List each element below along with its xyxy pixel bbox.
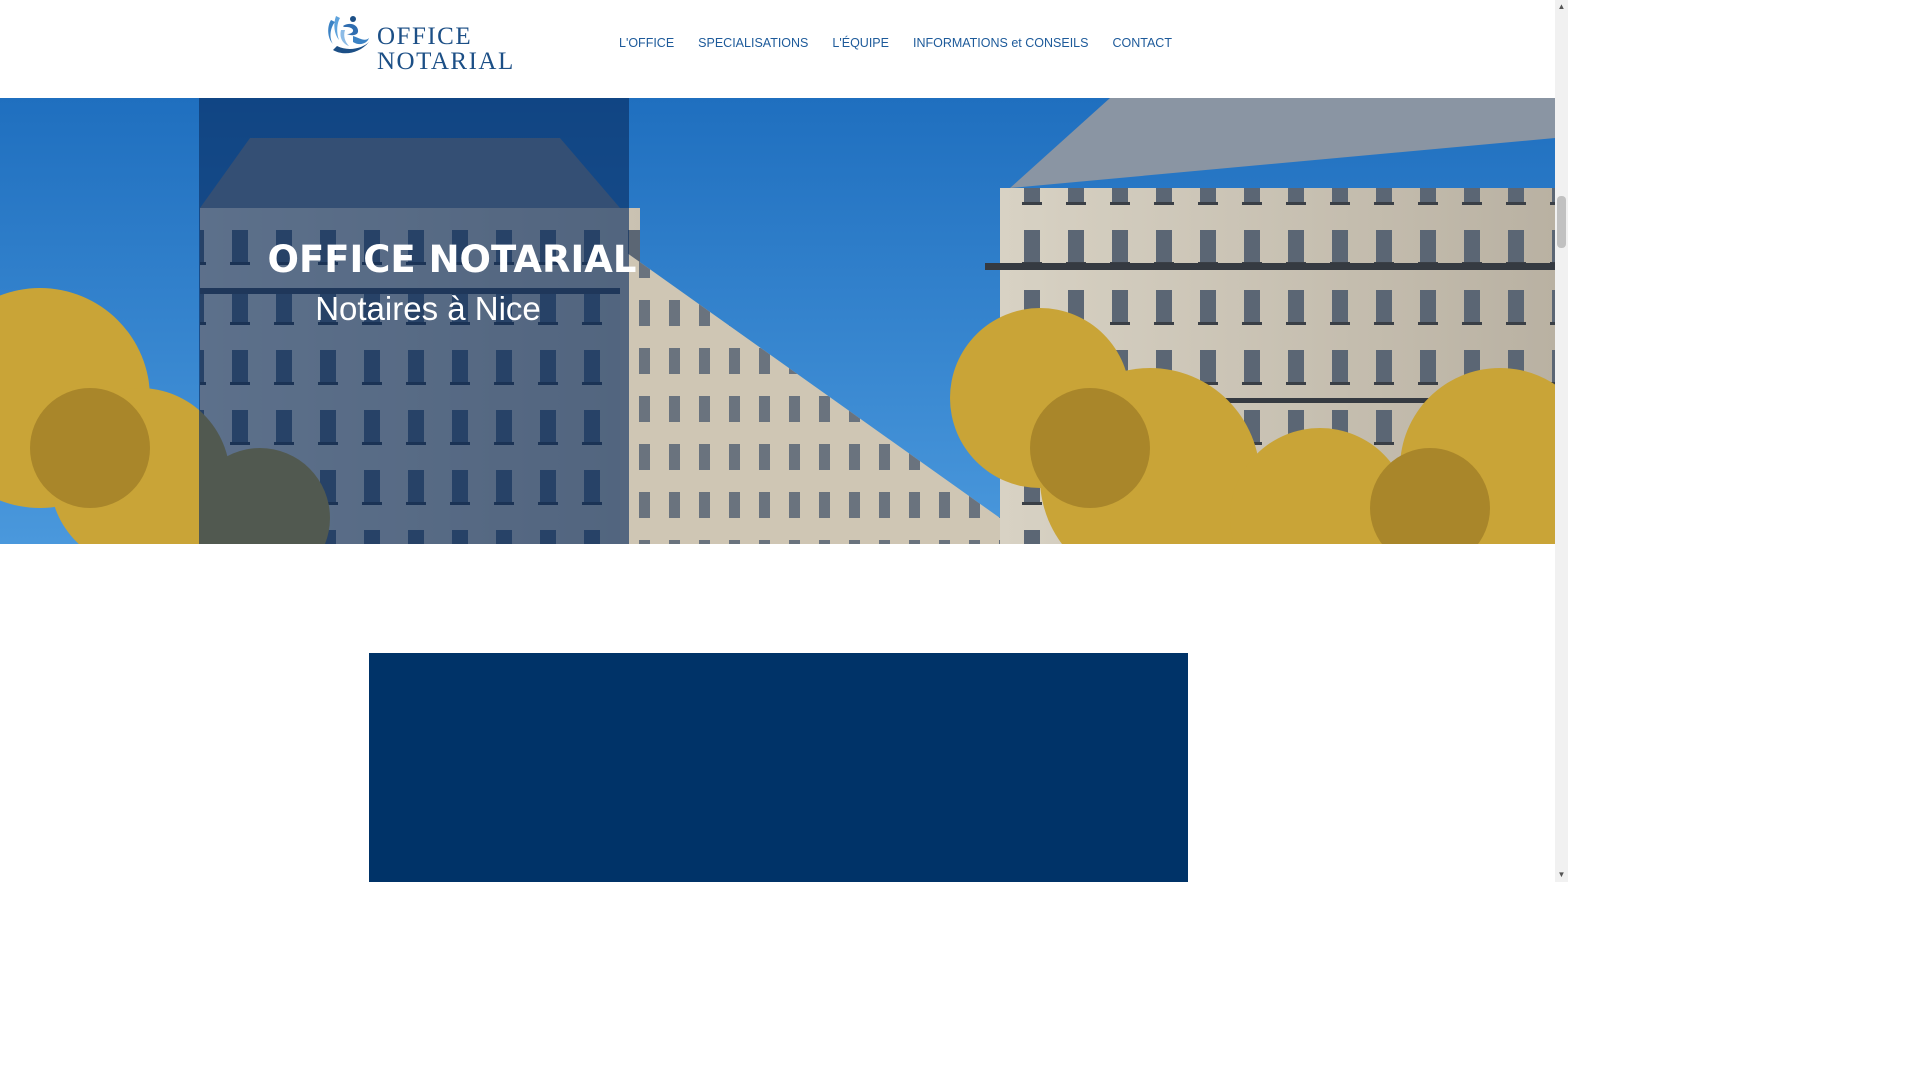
scroll-up-arrow-icon[interactable]: ▲: [1555, 0, 1568, 14]
page-scrollbar[interactable]: ▲ ▼: [1555, 0, 1568, 882]
nav-item-specialisations[interactable]: SPECIALISATIONS: [686, 34, 820, 52]
content-panel: [369, 653, 1188, 882]
hero-banner: OFFICE NOTARIAL Notaires à Nice: [0, 98, 1555, 544]
notary-emblem-icon: [328, 16, 369, 54]
main-nav: L'OFFICE SPECIALISATIONS L'ÉQUIPE INFORM…: [607, 34, 1184, 52]
hero-subtitle: Notaires à Nice: [315, 290, 541, 327]
nav-item-team[interactable]: L'ÉQUIPE: [820, 34, 901, 52]
scroll-down-arrow-icon[interactable]: ▼: [1555, 868, 1568, 882]
hero-title: OFFICE NOTARIAL: [267, 238, 637, 281]
site-header: OFFICE NOTARIAL L'OFFICE SPECIALISATIONS…: [0, 0, 1555, 98]
logo-wordmark: OFFICE NOTARIAL: [377, 24, 515, 74]
logo-line-2: NOTARIAL: [377, 48, 515, 75]
scrollbar-thumb[interactable]: [1557, 196, 1566, 248]
nav-item-contact[interactable]: CONTACT: [1100, 34, 1184, 52]
site-logo[interactable]: OFFICE NOTARIAL: [325, 12, 515, 74]
nav-item-office[interactable]: L'OFFICE: [607, 34, 686, 52]
nav-item-informations[interactable]: INFORMATIONS et CONSEILS: [901, 34, 1101, 52]
logo-line-1: OFFICE: [377, 23, 473, 50]
